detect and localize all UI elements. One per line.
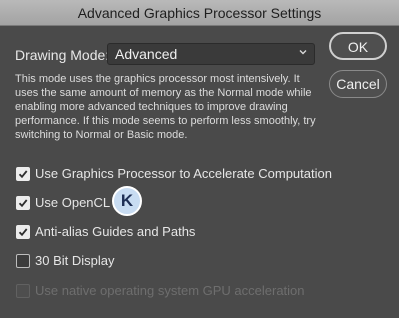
ok-button[interactable]: OK [329,32,387,60]
dialog-title: Advanced Graphics Processor Settings [77,5,322,21]
cancel-button[interactable]: Cancel [329,70,387,98]
checkbox-30bit[interactable] [16,254,30,268]
option-label: Use Graphics Processor to Accelerate Com… [35,166,332,181]
check-icon [18,228,28,237]
check-icon [18,199,28,208]
drawing-mode-value: Advanced [115,46,178,62]
chevron-down-icon [299,50,307,55]
callout-badge: K [112,186,142,216]
option-label: 30 Bit Display [35,253,115,268]
checkbox-gpu-compute[interactable] [16,167,30,181]
drawing-mode-label: Drawing Mode: [15,47,110,63]
checkbox-antialias[interactable] [16,225,30,239]
mode-description: This mode uses the graphics processor mo… [15,73,316,141]
option-label: Use native operating system GPU accelera… [35,283,305,298]
title-bar: Advanced Graphics Processor Settings [0,0,399,26]
drawing-mode-select[interactable]: Advanced [107,43,315,65]
checkbox-opencl[interactable] [16,196,30,210]
option-label: Anti-alias Guides and Paths [35,224,196,239]
checkbox-native-gpu [16,284,30,298]
option-label: Use OpenCL [35,195,111,210]
check-icon [18,170,28,179]
